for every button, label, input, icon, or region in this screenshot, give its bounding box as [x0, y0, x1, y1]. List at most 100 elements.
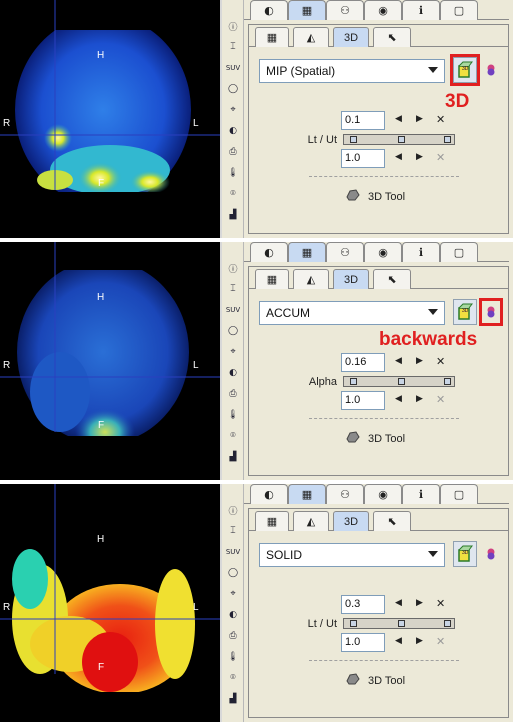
info-icon[interactable]: ⓘ — [225, 260, 241, 276]
render-mode-select[interactable]: ACCUM — [259, 301, 445, 325]
main-tab-3[interactable]: ⚇ — [326, 484, 364, 504]
bullseye-icon[interactable]: ⌾ — [225, 186, 241, 202]
ellipse-roi-icon[interactable]: ◯ — [225, 81, 241, 97]
thermometer-icon[interactable]: 🌡 — [225, 649, 241, 665]
contrast-icon[interactable]: ◐ — [225, 123, 241, 139]
next-icon[interactable]: ▶ — [416, 356, 423, 366]
main-tab-3[interactable]: ⚇ — [326, 0, 364, 20]
lower-threshold-input[interactable]: 0.16 — [341, 353, 385, 372]
tab-3d[interactable]: 3D — [333, 511, 369, 531]
upper-threshold-input[interactable]: 1.0 — [341, 149, 385, 168]
thermometer-icon[interactable]: 🌡 — [225, 165, 241, 181]
slider-thumb-2[interactable] — [398, 136, 405, 143]
main-tab-1[interactable]: ◐ — [250, 0, 288, 20]
contrast-icon[interactable]: ◐ — [225, 365, 241, 381]
tab-3d[interactable]: 3D — [333, 27, 369, 47]
thermometer-icon[interactable]: 🌡 — [225, 407, 241, 423]
close-icon[interactable]: ✕ — [436, 113, 445, 126]
threshold-slider[interactable] — [343, 134, 455, 145]
bar-chart-icon[interactable]: ▟ — [225, 449, 241, 465]
print-icon[interactable]: ⎙ — [225, 144, 241, 160]
sub-tab-1[interactable]: ▦ — [255, 27, 289, 47]
main-tab-6[interactable]: ▢ — [440, 484, 478, 504]
bullseye-icon[interactable]: ⌾ — [225, 428, 241, 444]
bar-chart-icon[interactable]: ▟ — [225, 207, 241, 223]
bullseye-icon[interactable]: ⌾ — [225, 670, 241, 686]
tab-3d[interactable]: 3D — [333, 269, 369, 289]
histogram-icon[interactable]: ⌶ — [225, 523, 241, 539]
sub-tab-1[interactable]: ▦ — [255, 511, 289, 531]
main-tab-2[interactable]: ▦ — [288, 242, 326, 262]
main-tab-2[interactable]: ▦ — [288, 484, 326, 504]
upper-threshold-input[interactable]: 1.0 — [341, 391, 385, 410]
prev-icon[interactable]: ◀ — [395, 636, 402, 646]
sub-tab-4[interactable]: ⬉ — [373, 269, 411, 289]
info-icon[interactable]: ⓘ — [225, 18, 241, 34]
backwards-button[interactable] — [483, 61, 499, 79]
slider-thumb-1[interactable] — [350, 136, 357, 143]
slider-thumb-3[interactable] — [444, 620, 451, 627]
main-tab-6[interactable]: ▢ — [440, 0, 478, 20]
next-icon[interactable]: ▶ — [416, 636, 423, 646]
main-tab-5[interactable]: ℹ — [402, 242, 440, 262]
prev-icon[interactable]: ◀ — [395, 394, 402, 404]
lower-threshold-input[interactable]: 0.3 — [341, 595, 385, 614]
main-tab-5[interactable]: ℹ — [402, 0, 440, 20]
threshold-slider[interactable] — [343, 376, 455, 387]
contrast-icon[interactable]: ◐ — [225, 607, 241, 623]
slider-thumb-1[interactable] — [350, 620, 357, 627]
slider-thumb-3[interactable] — [444, 136, 451, 143]
main-tab-4[interactable]: ◉ — [364, 0, 402, 20]
sub-tab-4[interactable]: ⬉ — [373, 511, 411, 531]
crosshair-icon[interactable]: ⌖ — [225, 586, 241, 602]
next-icon[interactable]: ▶ — [416, 114, 423, 124]
print-icon[interactable]: ⎙ — [225, 628, 241, 644]
suv-label[interactable]: SUV — [225, 544, 241, 560]
3d-render-button[interactable]: 3D — [453, 541, 477, 567]
main-tab-5[interactable]: ℹ — [402, 484, 440, 504]
lower-threshold-input[interactable]: 0.1 — [341, 111, 385, 130]
3d-tool-button[interactable]: 3D Tool — [346, 431, 405, 446]
slider-thumb-1[interactable] — [350, 378, 357, 385]
main-tab-4[interactable]: ◉ — [364, 484, 402, 504]
histogram-icon[interactable]: ⌶ — [225, 281, 241, 297]
prev-icon[interactable]: ◀ — [395, 114, 402, 124]
suv-label[interactable]: SUV — [225, 302, 241, 318]
render-mode-select[interactable]: MIP (Spatial) — [259, 59, 445, 83]
next-icon[interactable]: ▶ — [416, 152, 423, 162]
pet-image-solid[interactable] — [0, 484, 220, 722]
backwards-button[interactable] — [483, 545, 499, 563]
suv-label[interactable]: SUV — [225, 60, 241, 76]
histogram-icon[interactable]: ⌶ — [225, 39, 241, 55]
3d-render-button[interactable]: 3D — [453, 299, 477, 325]
crosshair-icon[interactable]: ⌖ — [225, 344, 241, 360]
close-icon[interactable]: ✕ — [436, 355, 445, 368]
ellipse-roi-icon[interactable]: ◯ — [225, 323, 241, 339]
main-tab-4[interactable]: ◉ — [364, 242, 402, 262]
image-viewport[interactable]: H R L F — [0, 484, 220, 722]
prev-icon[interactable]: ◀ — [395, 598, 402, 608]
sub-tab-2[interactable]: ◭ — [293, 269, 329, 289]
info-icon[interactable]: ⓘ — [225, 502, 241, 518]
slider-thumb-2[interactable] — [398, 378, 405, 385]
prev-icon[interactable]: ◀ — [395, 152, 402, 162]
pet-image-accum[interactable] — [0, 242, 220, 480]
crosshair-icon[interactable]: ⌖ — [225, 102, 241, 118]
image-viewport[interactable]: H R L F — [0, 242, 220, 480]
upper-threshold-input[interactable]: 1.0 — [341, 633, 385, 652]
ellipse-roi-icon[interactable]: ◯ — [225, 565, 241, 581]
slider-thumb-3[interactable] — [444, 378, 451, 385]
slider-thumb-2[interactable] — [398, 620, 405, 627]
bar-chart-icon[interactable]: ▟ — [225, 691, 241, 707]
main-tab-3[interactable]: ⚇ — [326, 242, 364, 262]
pet-image-mip[interactable] — [0, 0, 220, 238]
threshold-slider[interactable] — [343, 618, 455, 629]
render-mode-select[interactable]: SOLID — [259, 543, 445, 567]
sub-tab-2[interactable]: ◭ — [293, 511, 329, 531]
sub-tab-2[interactable]: ◭ — [293, 27, 329, 47]
main-tab-1[interactable]: ◐ — [250, 484, 288, 504]
prev-icon[interactable]: ◀ — [395, 356, 402, 366]
main-tab-2[interactable]: ▦ — [288, 0, 326, 20]
next-icon[interactable]: ▶ — [416, 598, 423, 608]
next-icon[interactable]: ▶ — [416, 394, 423, 404]
